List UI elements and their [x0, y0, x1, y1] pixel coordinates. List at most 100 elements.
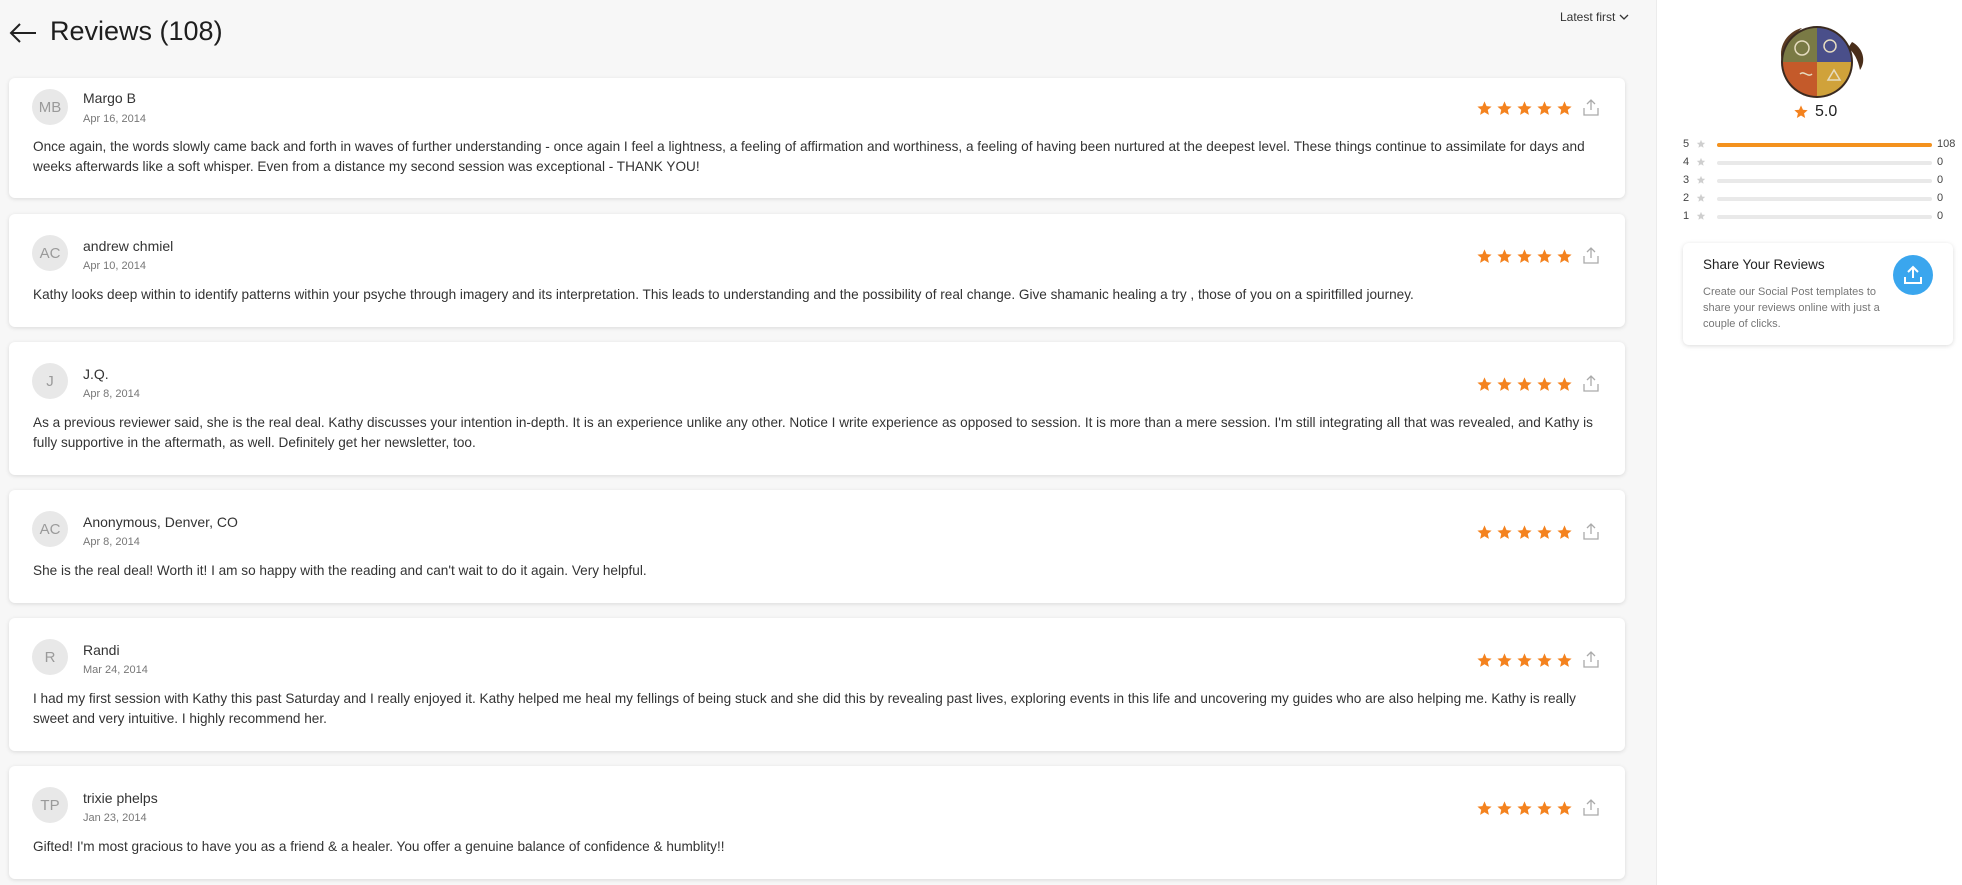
- bar-count: 0: [1937, 210, 1944, 222]
- page-title: Reviews (108): [50, 16, 223, 46]
- rating-bar-row: 5 108: [1683, 138, 1958, 152]
- star-icon: [1537, 653, 1552, 667]
- review-card: TP trixie phelps Jan 23, 2014 Gifted! I'…: [9, 766, 1625, 879]
- bar-star-level: 1: [1683, 210, 1690, 222]
- chevron-down-icon: [1619, 14, 1629, 20]
- share-icon[interactable]: [1582, 98, 1600, 118]
- share-icon[interactable]: [1582, 522, 1600, 542]
- avatar: R: [32, 639, 68, 675]
- bar-star-level: 2: [1683, 192, 1690, 204]
- star-icon: [1557, 249, 1572, 263]
- review-card: R Randi Mar 24, 2014 I had my first sess…: [9, 618, 1625, 751]
- reviewer-name: Margo B: [83, 90, 136, 106]
- star-icon: [1497, 525, 1512, 539]
- star-rating: [1476, 800, 1573, 817]
- average-value: 5.0: [1815, 103, 1838, 120]
- star-icon: [1794, 105, 1808, 118]
- review-text: Gifted! I'm most gracious to have you as…: [33, 839, 725, 854]
- bar-star-level: 4: [1683, 156, 1690, 168]
- reviewer-name: J.Q.: [83, 366, 109, 382]
- sort-dropdown[interactable]: Latest first: [1560, 10, 1629, 24]
- ratings-sidebar: 5.0 5 108 4 0 3 0 2 0 1 0 Share Your Reviews Crea…: [1656, 0, 1962, 885]
- rating-bar: [1717, 179, 1932, 183]
- star-icon: [1477, 525, 1492, 539]
- reviews-main: Reviews (108) Latest first MB Margo B Ap…: [0, 0, 1656, 885]
- star-icon: [1537, 249, 1552, 263]
- rating-bar: [1717, 143, 1932, 147]
- review-date: Apr 8, 2014: [83, 388, 140, 400]
- bar-count: 108: [1937, 138, 1956, 150]
- star-icon: [1477, 653, 1492, 667]
- share-reviews-button[interactable]: [1893, 255, 1933, 295]
- star-rating: [1476, 376, 1573, 393]
- rating-bar: [1717, 215, 1932, 219]
- star-icon: [1517, 101, 1532, 115]
- star-icon: [1517, 653, 1532, 667]
- avatar: TP: [32, 787, 68, 823]
- star-icon: [1557, 377, 1572, 391]
- review-text: She is the real deal! Worth it! I am so …: [33, 563, 647, 578]
- star-icon: [1477, 249, 1492, 263]
- avatar: AC: [32, 235, 68, 271]
- rating-bar-row: 40: [1683, 156, 1958, 170]
- bar-count: 0: [1937, 156, 1944, 168]
- star-icon: [1557, 101, 1572, 115]
- star-icon: [1557, 801, 1572, 815]
- rating-bar-row: 20: [1683, 192, 1958, 206]
- review-card: J J.Q. Apr 8, 2014 As a previous reviewe…: [9, 342, 1625, 475]
- bar-count: 0: [1937, 192, 1944, 204]
- star-icon: [1517, 377, 1532, 391]
- share-icon[interactable]: [1582, 374, 1600, 394]
- star-icon: [1537, 101, 1552, 115]
- share-title: Share Your Reviews: [1703, 257, 1825, 272]
- share-icon[interactable]: [1582, 650, 1600, 670]
- share-icon[interactable]: [1582, 798, 1600, 818]
- star-icon: [1497, 653, 1512, 667]
- review-card: AC andrew chmiel Apr 10, 2014 Kathy look…: [9, 214, 1625, 327]
- review-text: Kathy looks deep within to identify patt…: [33, 287, 1414, 302]
- star-rating: [1476, 524, 1573, 541]
- review-date: Apr 10, 2014: [83, 260, 146, 272]
- reviewer-name: Randi: [83, 642, 120, 658]
- bar-star-level: 3: [1683, 174, 1690, 186]
- review-card: AC Anonymous, Denver, CO Apr 8, 2014 She…: [9, 490, 1625, 603]
- back-arrow-icon[interactable]: [8, 20, 38, 46]
- star-icon: [1696, 139, 1706, 148]
- star-icon: [1517, 801, 1532, 815]
- share-description: Create our Social Post templates to shar…: [1703, 286, 1880, 330]
- share-icon[interactable]: [1582, 246, 1600, 266]
- star-icon: [1696, 211, 1706, 220]
- bar-count: 0: [1937, 174, 1944, 186]
- reviewer-name: Anonymous, Denver, CO: [83, 514, 238, 530]
- avatar: AC: [32, 511, 68, 547]
- bar-star-level: 5: [1683, 138, 1690, 150]
- reviews-header: Reviews (108) Latest first: [0, 0, 1656, 78]
- star-icon: [1517, 249, 1532, 263]
- star-icon: [1557, 653, 1572, 667]
- review-date: Apr 16, 2014: [83, 113, 146, 125]
- star-icon: [1696, 175, 1706, 184]
- star-icon: [1497, 377, 1512, 391]
- star-icon: [1557, 525, 1572, 539]
- star-icon: [1477, 101, 1492, 115]
- reviewer-name: trixie phelps: [83, 790, 158, 806]
- star-icon: [1497, 801, 1512, 815]
- review-text: I had my first session with Kathy this p…: [33, 691, 1576, 726]
- star-rating: [1476, 652, 1573, 669]
- avatar: MB: [32, 89, 68, 125]
- star-icon: [1517, 525, 1532, 539]
- average-rating: 5.0: [1793, 103, 1837, 121]
- review-text: As a previous reviewer said, she is the …: [33, 415, 1593, 450]
- review-card: MB Margo B Apr 16, 2014 Once again, the …: [9, 78, 1625, 198]
- business-logo: [1762, 22, 1872, 102]
- star-icon: [1477, 377, 1492, 391]
- star-icon: [1696, 193, 1706, 202]
- share-reviews-card: Share Your Reviews Create our Social Pos…: [1683, 243, 1953, 345]
- star-icon: [1477, 801, 1492, 815]
- rating-bar: [1717, 161, 1932, 165]
- star-icon: [1497, 101, 1512, 115]
- upload-icon: [1904, 265, 1922, 284]
- star-icon: [1497, 249, 1512, 263]
- star-icon: [1537, 801, 1552, 815]
- review-text: Once again, the words slowly came back a…: [33, 139, 1585, 174]
